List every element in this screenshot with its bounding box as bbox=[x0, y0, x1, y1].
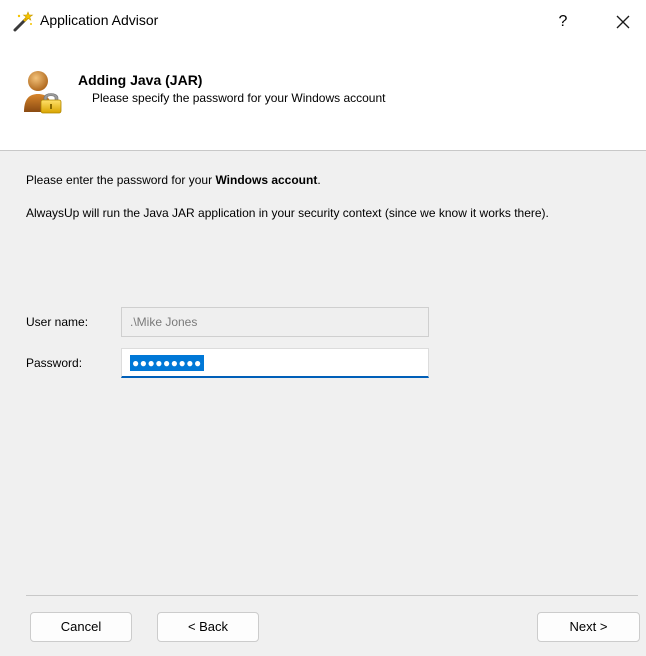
magic-wand-icon bbox=[13, 11, 34, 32]
description-text: AlwaysUp will run the Java JAR applicati… bbox=[26, 206, 549, 220]
close-button[interactable] bbox=[608, 8, 638, 36]
header-title: Adding Java (JAR) bbox=[78, 72, 203, 88]
cancel-button[interactable]: Cancel bbox=[30, 612, 132, 642]
application-advisor-window: Application Advisor ? Adding Java (JAR) … bbox=[0, 0, 646, 656]
username-label: User name: bbox=[26, 315, 89, 329]
wizard-header: Adding Java (JAR) Please specify the pas… bbox=[0, 44, 646, 151]
user-lock-icon bbox=[24, 71, 62, 114]
help-button[interactable]: ? bbox=[548, 8, 578, 36]
intro-suffix: . bbox=[317, 173, 321, 187]
window-title: Application Advisor bbox=[40, 12, 159, 28]
wizard-content: Please enter the password for your Windo… bbox=[0, 151, 646, 656]
header-subtitle: Please specify the password for your Win… bbox=[92, 91, 386, 105]
back-button[interactable]: < Back bbox=[157, 612, 259, 642]
intro-bold: Windows account bbox=[215, 173, 318, 187]
password-field[interactable]: ●●●●●●●●● bbox=[121, 348, 429, 378]
password-label: Password: bbox=[26, 356, 83, 370]
divider bbox=[26, 595, 638, 596]
intro-text: Please enter the password for your Windo… bbox=[26, 173, 321, 187]
intro-prefix: Please enter the password for your bbox=[26, 173, 216, 187]
next-button[interactable]: Next > bbox=[537, 612, 640, 642]
close-icon bbox=[616, 15, 630, 29]
password-value: ●●●●●●●●● bbox=[130, 355, 204, 371]
username-field: .\Mike Jones bbox=[121, 307, 429, 337]
title-bar: Application Advisor ? bbox=[0, 0, 646, 44]
